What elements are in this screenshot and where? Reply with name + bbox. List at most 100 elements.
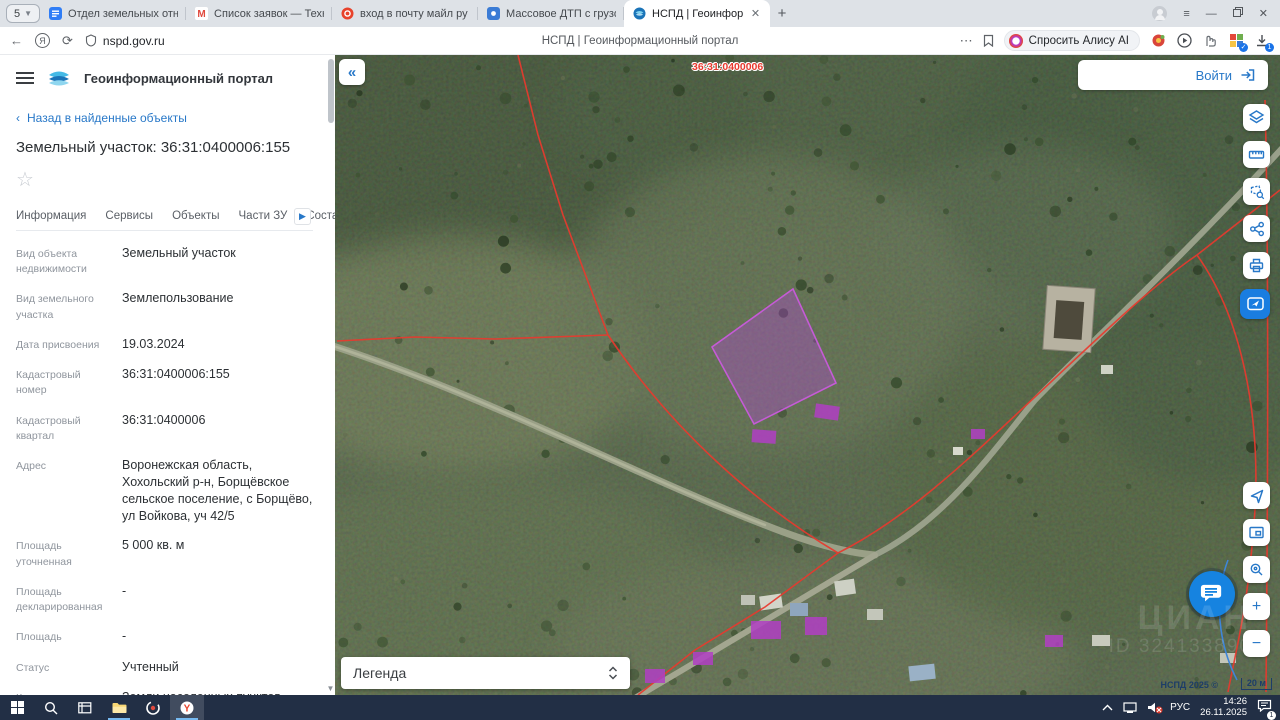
field-label: Статус bbox=[16, 661, 50, 674]
svg-text:M: M bbox=[197, 9, 205, 20]
yandex-home-icon[interactable]: Я bbox=[35, 33, 50, 48]
panel-tab[interactable]: Части ЗУ bbox=[239, 206, 288, 230]
profile-avatar[interactable] bbox=[1152, 6, 1168, 21]
field-label: Вид объекта недвижимости bbox=[16, 248, 87, 276]
legend-bar[interactable]: Легенда bbox=[341, 657, 630, 689]
field-row: Вид земельного участка Землепользование bbox=[16, 290, 313, 322]
reload-icon[interactable]: ⟳ bbox=[62, 33, 73, 49]
address-bar[interactable]: nspd.gov.ru bbox=[85, 34, 165, 48]
login-button[interactable]: Войти bbox=[1078, 60, 1268, 90]
url-text: nspd.gov.ru bbox=[102, 33, 165, 48]
minimize-icon[interactable]: — bbox=[1206, 8, 1217, 20]
field-label: Кадастровый номер bbox=[16, 369, 81, 397]
parcel-fields: Вид объекта недвижимости Земельный участ… bbox=[16, 245, 313, 695]
menu-icon[interactable]: ≡ bbox=[1183, 8, 1189, 20]
tab-title: Список заявок — ТехноК bbox=[214, 7, 324, 20]
ask-alice-button[interactable]: Спросить Алису AI bbox=[1003, 30, 1140, 51]
ruler-icon[interactable] bbox=[1243, 141, 1270, 168]
extension-gesture-icon[interactable] bbox=[1202, 33, 1218, 49]
field-label: Адрес bbox=[16, 459, 47, 472]
browser-tab-1[interactable]: Отдел земельных отнош bbox=[40, 0, 187, 27]
extension-flower-icon[interactable] bbox=[1150, 33, 1166, 49]
extension-grid-icon[interactable]: ✓ bbox=[1228, 33, 1248, 52]
field-label: Площадь уточненная bbox=[16, 540, 72, 568]
panel-tab[interactable]: Информация bbox=[16, 206, 86, 230]
back-link-label: Назад в найденные объекты bbox=[27, 111, 187, 125]
windows-taskbar: Y РУС 14:26 26.11.2025 1 bbox=[0, 695, 1280, 720]
hidden-icons-chevron[interactable] bbox=[1102, 704, 1113, 711]
language-indicator[interactable]: РУС bbox=[1170, 702, 1190, 713]
more-icon[interactable]: ⋯ bbox=[960, 33, 973, 49]
share-icon[interactable] bbox=[1243, 215, 1270, 242]
chevron-left-icon: ‹ bbox=[16, 111, 20, 125]
layers-icon[interactable] bbox=[1243, 104, 1270, 131]
browser-tab-4[interactable]: Массовое ДТП с грузови bbox=[478, 0, 625, 27]
support-chat-button[interactable] bbox=[1189, 571, 1235, 617]
consultant-app-icon[interactable] bbox=[136, 695, 170, 720]
file-explorer-icon[interactable] bbox=[102, 695, 136, 720]
volume-muted-icon[interactable] bbox=[1147, 702, 1163, 714]
browser-tab-2[interactable]: M Список заявок — ТехноК bbox=[186, 0, 333, 27]
tab-title: Массовое ДТП с грузови bbox=[506, 7, 616, 20]
start-button[interactable] bbox=[0, 695, 34, 720]
login-arrow-icon bbox=[1241, 69, 1255, 81]
taskbar-search-icon[interactable] bbox=[34, 695, 68, 720]
field-label: Дата присвоения bbox=[16, 338, 100, 351]
panel-tab[interactable]: Сервисы bbox=[105, 206, 153, 230]
geoportal-logo bbox=[49, 71, 69, 86]
close-window-icon[interactable]: ✕ bbox=[1259, 7, 1268, 20]
parcel-title: Земельный участок: 36:31:0400006:155 bbox=[16, 139, 291, 156]
screen: 5 ▼ Отдел земельных отнош M Список заяво… bbox=[0, 0, 1280, 720]
browser-tabstrip: 5 ▼ Отдел земельных отнош M Список заяво… bbox=[0, 0, 1280, 27]
bookmark-icon[interactable] bbox=[983, 34, 994, 47]
downloads-icon[interactable]: 1 bbox=[1254, 33, 1274, 52]
task-view-icon[interactable] bbox=[68, 695, 102, 720]
field-row: Адрес Воронежская область, Хохольский р-… bbox=[16, 457, 313, 525]
quarter-label: 36:31:0400006 bbox=[692, 61, 764, 73]
yandex-browser-icon[interactable]: Y bbox=[170, 695, 204, 720]
nspd-favicon bbox=[632, 7, 646, 21]
scroll-down-arrow-icon[interactable]: ▼ bbox=[326, 684, 335, 693]
field-row: Площадь - bbox=[16, 628, 313, 645]
tabs-scroll-right-button[interactable]: ▶ bbox=[294, 208, 311, 225]
panel-tab[interactable]: Объекты bbox=[172, 206, 219, 230]
new-tab-button[interactable]: + bbox=[770, 5, 794, 22]
mail-favicon bbox=[340, 7, 354, 21]
network-icon[interactable] bbox=[1123, 702, 1137, 713]
map-attribution: НСПД 2025 © bbox=[1160, 680, 1218, 690]
zoom-out-button[interactable]: − bbox=[1243, 630, 1270, 657]
favorite-star-icon[interactable]: ☆ bbox=[16, 170, 313, 190]
search-area-icon[interactable] bbox=[1243, 556, 1270, 583]
map-canvas[interactable]: 36:31:0400006 « Войти + − Легенда НСПД 2… bbox=[335, 55, 1280, 695]
zoom-in-button[interactable]: + bbox=[1243, 593, 1270, 620]
clock[interactable]: 14:26 26.11.2025 bbox=[1200, 696, 1247, 718]
back-icon[interactable]: ← bbox=[10, 33, 23, 48]
browser-tab-active-nspd[interactable]: НСПД | Геоинформаци ✕ bbox=[624, 0, 771, 27]
extension-play-icon[interactable] bbox=[1176, 33, 1192, 49]
field-row: Дата присвоения 19.03.2024 bbox=[16, 336, 313, 353]
alice-label: Спросить Алису AI bbox=[1028, 34, 1129, 47]
field-value: Землепользование bbox=[122, 291, 234, 306]
info-panel: Геоинформационный портал ‹ Назад в найде… bbox=[0, 55, 335, 695]
sidebar-scrollbar-thumb[interactable] bbox=[328, 59, 334, 123]
restore-icon[interactable] bbox=[1232, 7, 1243, 20]
chat-bubble-icon bbox=[1200, 584, 1222, 602]
overview-map-icon[interactable] bbox=[1243, 519, 1270, 546]
close-tab-icon[interactable]: ✕ bbox=[749, 7, 762, 20]
feedback-icon[interactable] bbox=[1240, 289, 1270, 319]
collapse-panel-button[interactable]: « bbox=[339, 59, 365, 85]
browser-tab-3[interactable]: вход в почту майл ру — Я bbox=[332, 0, 479, 27]
chevron-down-icon: ▼ bbox=[24, 9, 33, 18]
notifications-icon[interactable]: 1 bbox=[1257, 699, 1276, 720]
locate-icon[interactable] bbox=[1243, 482, 1270, 509]
field-value: - bbox=[122, 583, 127, 598]
back-to-results-link[interactable]: ‹ Назад в найденные объекты bbox=[16, 111, 313, 125]
map-toolbar-bottom: + − bbox=[1243, 482, 1270, 657]
spatial-search-icon[interactable] bbox=[1243, 178, 1270, 205]
browser-toolbar: ← Я ⟳ nspd.gov.ru НСПД | Геоинформационн… bbox=[0, 27, 1280, 55]
tab-counter-button[interactable]: 5 ▼ bbox=[6, 4, 41, 23]
hamburger-menu-icon[interactable] bbox=[16, 71, 34, 85]
document-favicon bbox=[48, 7, 62, 21]
print-icon[interactable] bbox=[1243, 252, 1270, 279]
svg-text:Y: Y bbox=[184, 703, 191, 714]
